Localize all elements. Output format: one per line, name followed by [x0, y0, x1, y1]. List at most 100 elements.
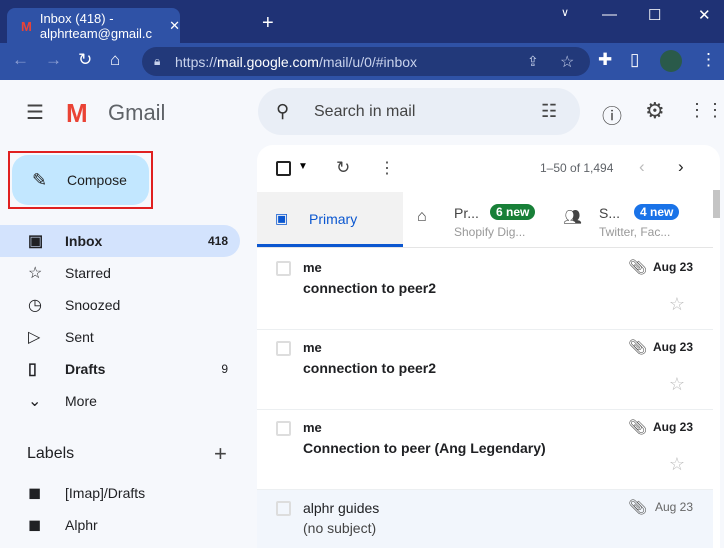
settings-gear-icon[interactable]: ⚙ — [645, 98, 665, 124]
tab-promotions[interactable]: ⌂ Pr... 6 new Shopify Dig... — [403, 192, 549, 247]
email-sender: alphr guides — [303, 500, 380, 516]
bookmark-star-icon[interactable]: ☆ — [560, 52, 574, 72]
email-date: Aug 23 — [654, 500, 693, 514]
select-dropdown-icon[interactable]: ▼ — [298, 161, 308, 172]
star-icon[interactable]: ☆ — [669, 294, 685, 315]
maximize-button[interactable]: ☐ — [648, 6, 661, 24]
nav-label: Sent — [65, 329, 94, 345]
close-window-button[interactable]: ✕ — [698, 6, 711, 24]
browser-tab[interactable]: M Inbox (418) - alphrteam@gmail.c ✕ — [7, 8, 180, 44]
email-subject: connection to peer2 — [303, 360, 437, 376]
attachment-icon: 📎︎ — [627, 419, 647, 436]
search-placeholder: Search in mail — [314, 102, 416, 120]
prev-page-icon[interactable]: ‹ — [639, 157, 645, 177]
send-icon: ▷ — [28, 329, 41, 346]
address-bar[interactable]: 🔒︎ https://mail.google.com/mail/u/0/#inb… — [142, 47, 590, 76]
email-row[interactable]: alphr guides (no subject) 📎︎ Aug 23 — [257, 490, 713, 548]
row-checkbox[interactable] — [276, 421, 291, 436]
search-icon[interactable]: ⚲ — [276, 101, 289, 122]
email-row[interactable]: me connection to peer2 📎︎ Aug 23 ☆ — [257, 330, 713, 410]
tab-subtitle: Shopify Dig... — [454, 225, 526, 239]
new-count-badge: 6 new — [490, 204, 536, 220]
close-tab-icon[interactable]: ✕ — [169, 18, 180, 34]
apps-grid-icon[interactable]: ⋮⋮ — [688, 100, 724, 121]
extensions-icon[interactable]: ✚ — [598, 50, 612, 70]
inbox-icon: ▣ — [28, 233, 44, 250]
next-page-icon[interactable]: › — [678, 157, 684, 177]
forward-button[interactable]: → — [45, 50, 62, 70]
share-icon[interactable]: ⇪ — [527, 53, 539, 70]
scrollbar-thumb[interactable] — [713, 190, 720, 218]
nav-label: Starred — [65, 265, 111, 281]
tab-title: Inbox (418) - alphrteam@gmail.c — [39, 11, 153, 41]
main-menu-icon[interactable]: ☰ — [26, 100, 44, 125]
nav-count: 418 — [207, 234, 228, 248]
compose-label: Compose — [67, 172, 127, 188]
label-tag-icon: ◼ — [28, 517, 42, 534]
compose-button[interactable]: ✎ Compose — [8, 151, 153, 209]
row-checkbox[interactable] — [276, 341, 291, 356]
label-name: Alphr — [65, 517, 98, 533]
sidebar-item-starred[interactable]: ☆ Starred — [0, 257, 240, 289]
label-tag-icon: ◼ — [28, 485, 42, 502]
select-all-checkbox[interactable] — [276, 161, 291, 176]
email-row[interactable]: me connection to peer2 📎︎ Aug 23 ☆ — [257, 250, 713, 330]
sidebar-item-more[interactable]: ⌄ More — [0, 385, 240, 417]
sidebar-item-sent[interactable]: ▷ Sent — [0, 321, 240, 353]
tab-subtitle: Twitter, Fac... — [599, 225, 671, 239]
tab-label: S... — [599, 205, 621, 221]
tab-primary[interactable]: ▣ Primary — [257, 192, 403, 247]
star-icon[interactable]: ☆ — [669, 454, 685, 475]
clock-icon: ◷ — [28, 297, 42, 314]
label-item[interactable]: ◼ Alphr — [0, 509, 240, 541]
star-icon[interactable]: ☆ — [669, 374, 685, 395]
nav-label: Inbox — [65, 233, 103, 249]
email-date: Aug 23 — [652, 420, 693, 434]
gmail-favicon-icon: M — [21, 18, 32, 34]
new-tab-button[interactable]: + — [262, 12, 274, 35]
search-options-icon[interactable]: ☷ — [541, 101, 557, 122]
nav-count: 9 — [221, 362, 228, 376]
email-subject: connection to peer2 — [303, 280, 437, 296]
email-sender: me — [303, 340, 322, 355]
url-scheme: https:// — [175, 53, 218, 70]
profile-avatar[interactable] — [660, 50, 682, 72]
sidebar-item-inbox[interactable]: ▣ Inbox 418 — [0, 225, 240, 257]
draft-icon: ▯ — [28, 361, 37, 378]
chevron-down-icon: ⌄ — [28, 393, 42, 410]
lock-icon: 🔒︎ — [154, 54, 161, 68]
email-date: Aug 23 — [652, 340, 693, 354]
more-options-icon[interactable]: ⋮ — [379, 158, 395, 178]
attachment-icon: 📎︎ — [627, 259, 647, 276]
email-sender: me — [303, 260, 322, 275]
reload-button[interactable]: ↻ — [78, 50, 92, 70]
browser-menu-icon[interactable]: ⋮ — [700, 50, 717, 70]
email-subject: Connection to peer (Ang Legendary) — [303, 440, 546, 456]
back-button[interactable]: ← — [12, 50, 29, 70]
new-count-badge: 4 new — [634, 204, 680, 220]
home-button[interactable]: ⌂ — [110, 50, 120, 70]
row-checkbox[interactable] — [276, 261, 291, 276]
minimize-button[interactable]: — — [602, 6, 617, 23]
mail-list-panel: ▼ ↻ ⋮ 1–50 of 1,494 ‹ › ▣ Primary ⌂ Pr..… — [257, 145, 720, 548]
label-item[interactable]: ◼ [Imap]/Drafts — [0, 477, 240, 509]
labels-heading: Labels — [27, 445, 75, 462]
side-panel-icon[interactable]: ▯ — [630, 50, 639, 70]
tab-social[interactable]: 👥︎ S... 4 new Twitter, Fac... — [549, 192, 699, 247]
search-input[interactable]: ⚲ Search in mail ☷ — [258, 88, 580, 135]
email-date: Aug 23 — [652, 260, 693, 274]
email-row[interactable]: me Connection to peer (Ang Legendary) 📎︎ Au… — [257, 410, 713, 490]
tab-search-icon[interactable]: ∨ — [561, 6, 569, 19]
label-name: [Imap]/Drafts — [65, 485, 146, 501]
email-subject: (no subject) — [303, 520, 377, 536]
sidebar-item-drafts[interactable]: ▯ Drafts 9 — [0, 353, 240, 385]
pencil-icon: ✎ — [32, 169, 48, 190]
add-label-icon[interactable]: + — [214, 441, 227, 467]
star-icon: ☆ — [28, 265, 43, 282]
pagination-text: 1–50 of 1,494 — [540, 161, 614, 175]
email-sender: me — [303, 420, 322, 435]
row-checkbox[interactable] — [276, 501, 291, 516]
refresh-icon[interactable]: ↻ — [336, 158, 350, 178]
sidebar-item-snoozed[interactable]: ◷ Snoozed — [0, 289, 240, 321]
help-icon[interactable]: ⓘ — [602, 100, 622, 129]
